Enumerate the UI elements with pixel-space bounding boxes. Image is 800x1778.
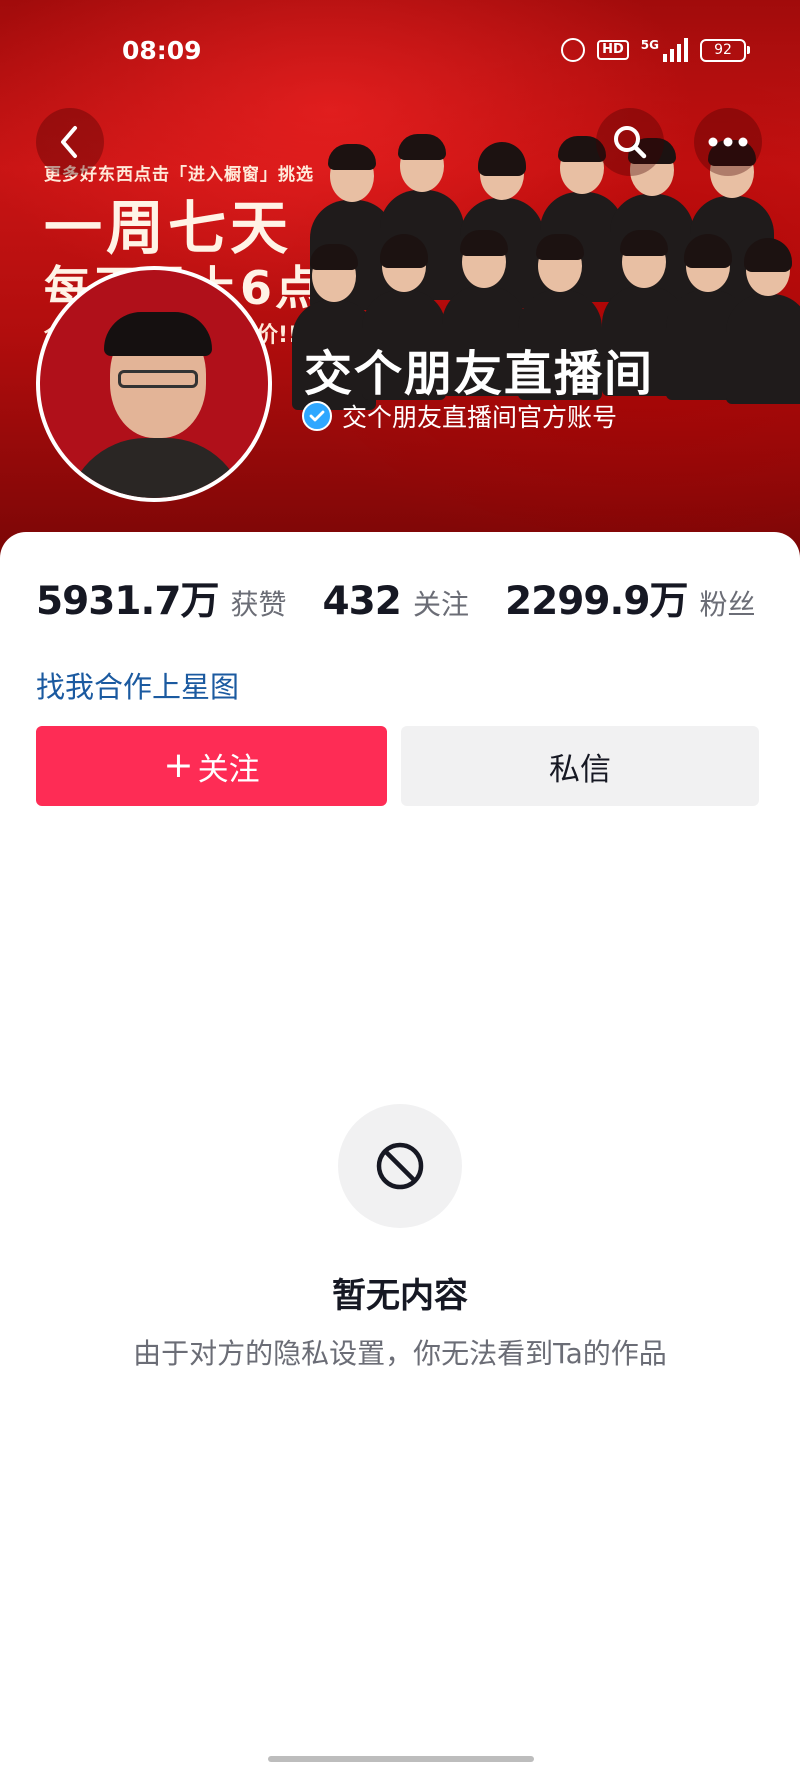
star-map-link[interactable]: 找我合作上星图 — [36, 664, 239, 706]
stat-followers[interactable]: 2299.9万 粉丝 — [505, 570, 756, 626]
more-dots-icon — [708, 137, 748, 147]
stat-value: 432 — [322, 579, 402, 624]
stat-following[interactable]: 432 关注 — [323, 579, 469, 624]
signal-icon — [663, 38, 688, 62]
more-button[interactable] — [694, 108, 762, 176]
empty-state-title: 暂无内容 — [332, 1276, 468, 1316]
stat-value: 2299.9万 — [504, 579, 688, 624]
search-button[interactable] — [596, 108, 664, 176]
stat-label: 关注 — [412, 588, 469, 621]
verified-label: 交个朋友直播间官方账号 — [302, 398, 617, 434]
follow-button[interactable]: + 关注 — [36, 726, 387, 806]
status-icons: HD 5G 92 — [561, 38, 750, 62]
home-indicator[interactable] — [268, 1756, 534, 1762]
profile-banner: 更多好东西点击「进入橱窗」挑选 一周七天 每天早上6点 全值价!!! 08:09… — [0, 0, 800, 560]
verified-text: 交个朋友直播间官方账号 — [342, 403, 618, 432]
avatar[interactable] — [36, 266, 272, 502]
stat-label: 粉丝 — [699, 588, 756, 621]
follow-label: 关注 — [197, 751, 260, 788]
network-type: 5G — [640, 38, 659, 52]
empty-state-subtitle: 由于对方的隐私设置，你无法看到Ta的作品 — [133, 1337, 667, 1370]
battery-icon: 92 — [700, 38, 750, 62]
plus-icon: + — [163, 745, 194, 786]
stat-likes[interactable]: 5931.7万 获赞 — [36, 570, 287, 626]
empty-state-icon-wrap — [338, 1104, 462, 1228]
profile-name: 交个朋友直播间 — [304, 346, 655, 402]
stat-value: 5931.7万 — [36, 579, 219, 624]
chevron-left-icon — [61, 126, 77, 158]
hd-icon: HD — [597, 40, 629, 60]
battery-level: 92 — [700, 38, 746, 62]
search-icon — [614, 126, 647, 159]
status-time: 08:09 — [122, 36, 202, 65]
verified-check-icon — [302, 401, 332, 431]
no-entry-icon — [376, 1142, 424, 1190]
stat-label: 获赞 — [230, 588, 287, 621]
profile-stats: 5931.7万 获赞 432 关注 2299.9万 粉丝 — [36, 570, 791, 626]
message-button[interactable]: 私信 — [401, 726, 759, 806]
profile-page: 更多好东西点击「进入橱窗」挑选 一周七天 每天早上6点 全值价!!! 08:09… — [0, 0, 800, 1778]
profile-card: 5931.7万 获赞 432 关注 2299.9万 粉丝 找我合作上星图 + 关… — [0, 532, 800, 1752]
alarm-icon — [561, 38, 586, 62]
back-button[interactable] — [36, 108, 104, 176]
